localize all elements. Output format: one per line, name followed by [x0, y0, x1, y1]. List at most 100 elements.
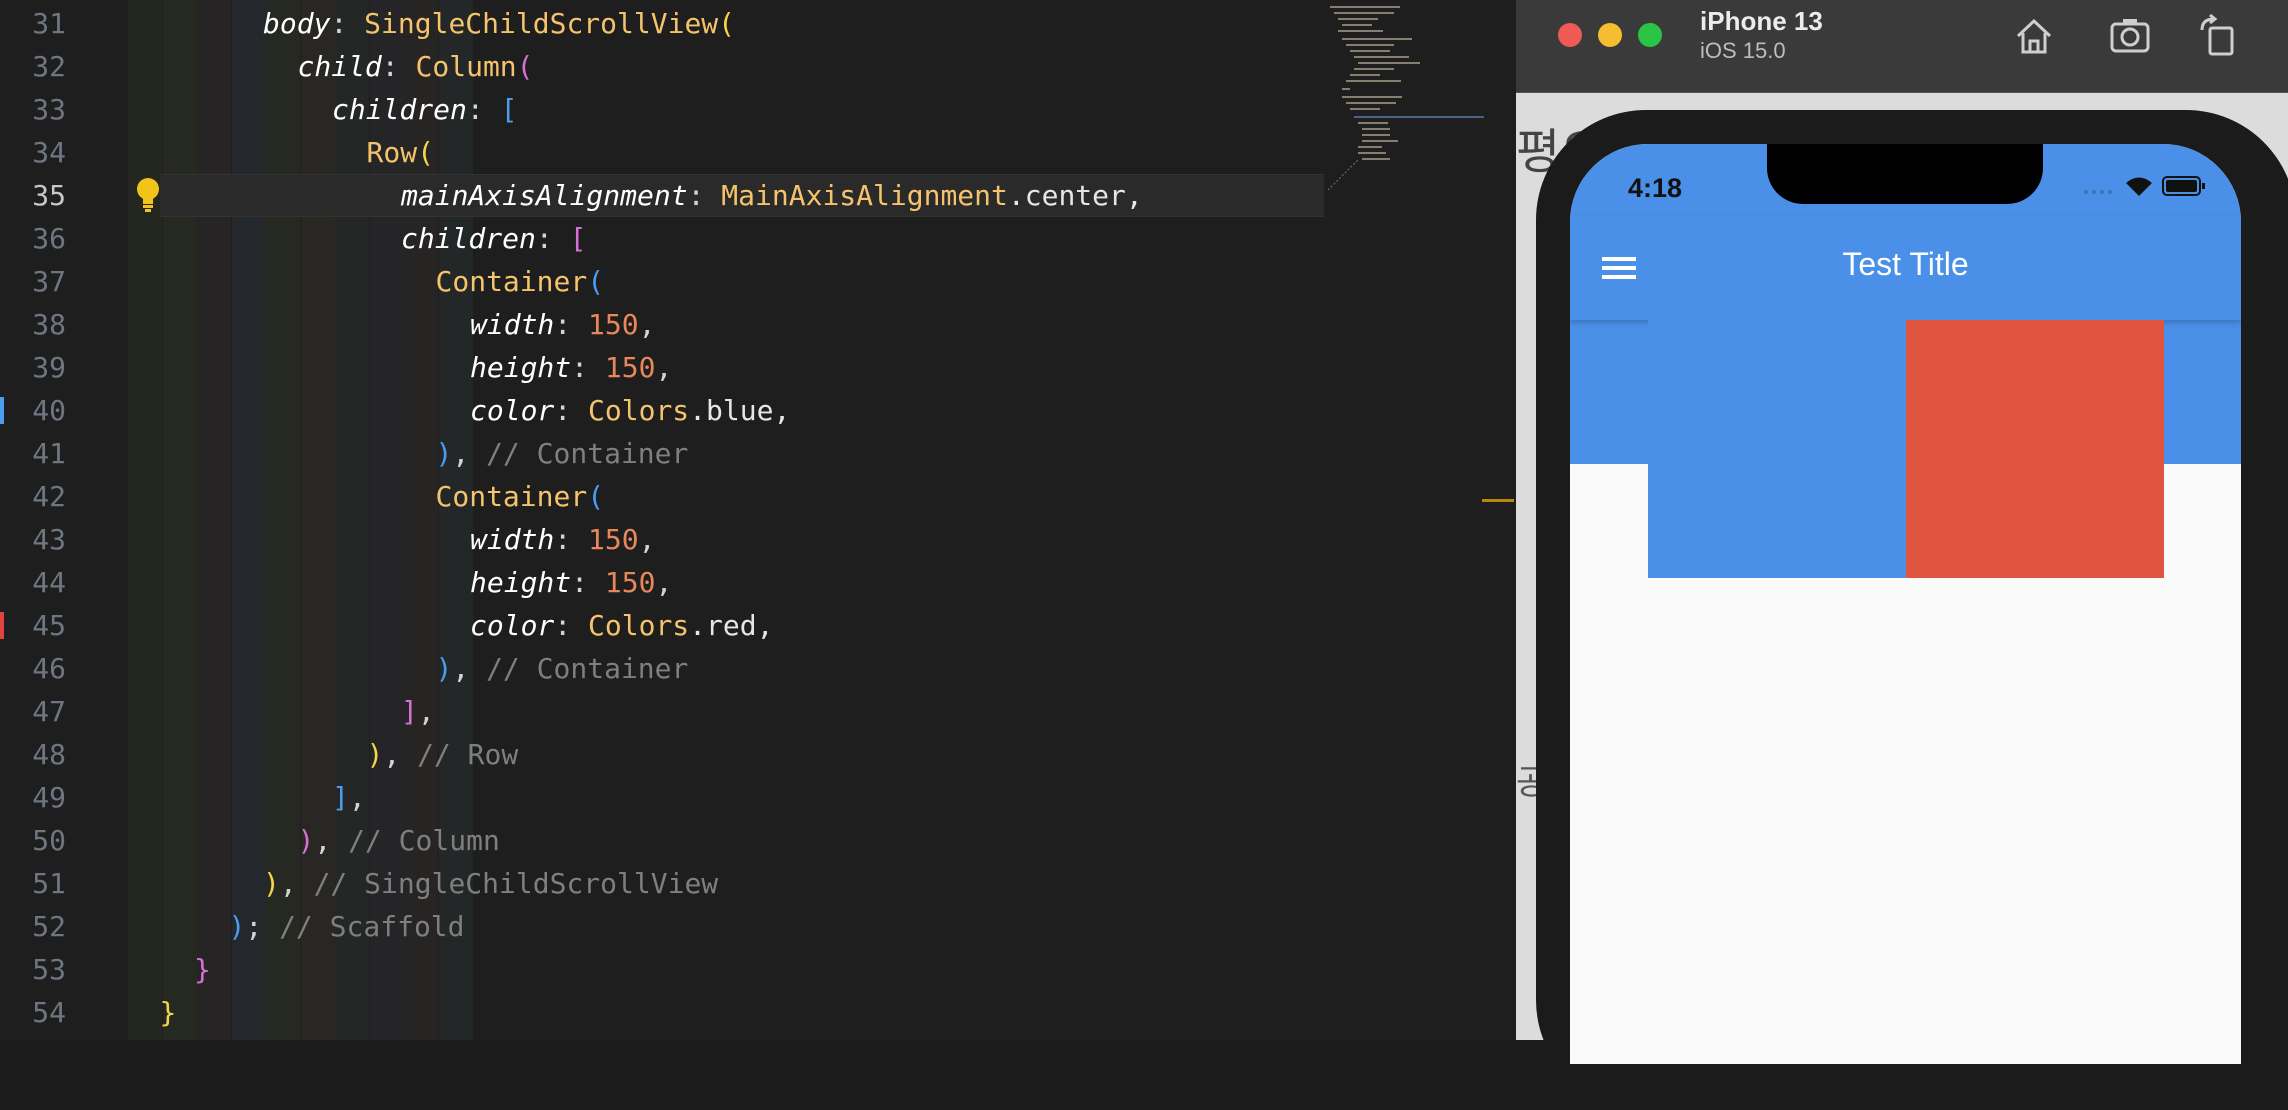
code-token: ,: [655, 566, 673, 599]
code-line[interactable]: 34 Row(: [0, 131, 1516, 174]
code-text[interactable]: ],: [332, 776, 366, 819]
code-text[interactable]: color: Colors.blue,: [470, 389, 790, 432]
code-token: Colors: [588, 609, 690, 642]
code-text[interactable]: height: 150,: [470, 561, 672, 604]
code-line[interactable]: 47],: [0, 690, 1516, 733]
code-token: child: [297, 50, 382, 83]
code-token: ;: [245, 910, 280, 943]
code-line[interactable]: 31 body: SingleChildScrollView(: [0, 2, 1516, 45]
code-text[interactable]: child: Column(: [298, 45, 534, 88]
code-line[interactable]: 35 mainAxisAlignment: MainAxisAlignment.c…: [0, 174, 1516, 217]
line-number: 48: [32, 738, 66, 771]
code-line[interactable]: 39 height: 150,: [0, 346, 1516, 389]
phone-screen[interactable]: 4:18 Test Title: [1570, 144, 2241, 1064]
minimize-button[interactable]: [1598, 23, 1622, 47]
code-token: ,: [314, 824, 349, 857]
code-token: :: [466, 93, 501, 126]
code-line[interactable]: 49],: [0, 776, 1516, 819]
code-text[interactable]: ), // Row: [367, 733, 519, 776]
blue-container: [1647, 320, 1906, 578]
code-text[interactable]: children: [: [332, 88, 517, 131]
code-token: }: [159, 996, 177, 1029]
code-token: ]: [401, 695, 418, 728]
code-token: // Column: [348, 824, 500, 857]
code-text[interactable]: ), // Container: [436, 432, 689, 475]
code-line[interactable]: 45 color: Colors.red,: [0, 604, 1516, 647]
line-number: 46: [32, 652, 66, 685]
code-text[interactable]: ); // Scaffold: [229, 905, 465, 948]
code-text[interactable]: Row(: [367, 131, 434, 174]
code-line[interactable]: 38 width: 150,: [0, 303, 1516, 346]
code-line[interactable]: 43 width: 150,: [0, 518, 1516, 561]
code-line[interactable]: 33 children: [: [0, 88, 1516, 131]
code-line[interactable]: 52); // Scaffold: [0, 905, 1516, 948]
code-line[interactable]: 51 ), // SingleChildScrollView: [0, 862, 1516, 905]
code-text[interactable]: ), // SingleChildScrollView: [263, 862, 718, 905]
app-bar: Test Title: [1570, 216, 2241, 320]
simulator-window: iPhone 13 iOS 15.0 평으 공 4:18: [1516, 0, 2288, 1110]
code-token: Row: [366, 136, 418, 169]
code-token: ,: [383, 738, 418, 771]
code-token: :: [571, 351, 605, 384]
code-line[interactable]: 53}: [0, 948, 1516, 991]
code-token: 150: [604, 351, 656, 384]
code-line[interactable]: 48 ), // Row: [0, 733, 1516, 776]
code-token: :: [554, 394, 589, 427]
code-line[interactable]: 50), // Column: [0, 819, 1516, 862]
line-number: 40: [32, 394, 66, 427]
line-number: 51: [32, 867, 66, 900]
line-number: 45: [32, 609, 66, 642]
code-text[interactable]: color: Colors.red,: [470, 604, 773, 647]
screenshot-icon[interactable]: [2108, 14, 2152, 58]
code-line[interactable]: 40 color: Colors.blue,: [0, 389, 1516, 432]
code-token: Container: [435, 480, 588, 513]
code-text[interactable]: Container(: [436, 260, 605, 303]
code-line[interactable]: 42 Container(: [0, 475, 1516, 518]
code-text[interactable]: body: SingleChildScrollView(: [263, 2, 735, 45]
code-token: (: [587, 265, 605, 298]
lightbulb-icon[interactable]: [133, 176, 163, 214]
code-text[interactable]: height: 150,: [470, 346, 672, 389]
code-text[interactable]: Container(: [436, 475, 605, 518]
code-line[interactable]: 54}: [0, 991, 1516, 1034]
code-line[interactable]: 46 ), // Container: [0, 647, 1516, 690]
code-token: :: [381, 50, 416, 83]
code-line[interactable]: 36 children: [: [0, 217, 1516, 260]
rotate-icon[interactable]: [2196, 14, 2240, 58]
code-text[interactable]: children: [: [401, 217, 586, 260]
battery-icon: [2162, 176, 2205, 196]
line-number: 49: [32, 781, 66, 814]
code-text[interactable]: ), // Column: [298, 819, 500, 862]
code-line[interactable]: 41 ), // Container: [0, 432, 1516, 475]
code-line[interactable]: 37 Container(: [0, 260, 1516, 303]
code-text[interactable]: width: 150,: [470, 303, 655, 346]
code-token: }: [194, 953, 211, 986]
code-token: Colors: [588, 394, 690, 427]
code-token: ,: [348, 781, 366, 814]
code-text[interactable]: }: [194, 948, 211, 991]
code-token: SingleChildScrollView: [364, 7, 719, 40]
code-line[interactable]: 32 child: Column(: [0, 45, 1516, 88]
code-token: ,: [638, 523, 656, 556]
code-editor[interactable]: 31 body: SingleChildScrollView(32 child: C…: [0, 0, 1516, 1040]
line-number: 41: [32, 437, 66, 470]
zoom-button[interactable]: [1638, 23, 1662, 47]
minimap[interactable]: [1328, 0, 1488, 190]
code-token: .blue,: [689, 394, 791, 427]
code-line[interactable]: 44 height: 150,: [0, 561, 1516, 604]
code-text[interactable]: ), // Container: [436, 647, 689, 690]
code-text[interactable]: ],: [401, 690, 435, 733]
line-number: 33: [32, 93, 66, 126]
code-text[interactable]: mainAxisAlignment: MainAxisAlignment.cen…: [401, 174, 1143, 217]
code-token: :: [687, 179, 722, 212]
code-token: children: [401, 222, 536, 255]
code-text[interactable]: }: [160, 991, 177, 1034]
line-number: 34: [32, 136, 66, 169]
code-token: color: [470, 394, 555, 427]
home-icon[interactable]: [2012, 14, 2056, 58]
code-token: ): [366, 738, 384, 771]
code-token: color: [470, 609, 555, 642]
close-button[interactable]: [1558, 23, 1582, 47]
code-token: .red,: [689, 609, 774, 642]
code-text[interactable]: width: 150,: [470, 518, 655, 561]
